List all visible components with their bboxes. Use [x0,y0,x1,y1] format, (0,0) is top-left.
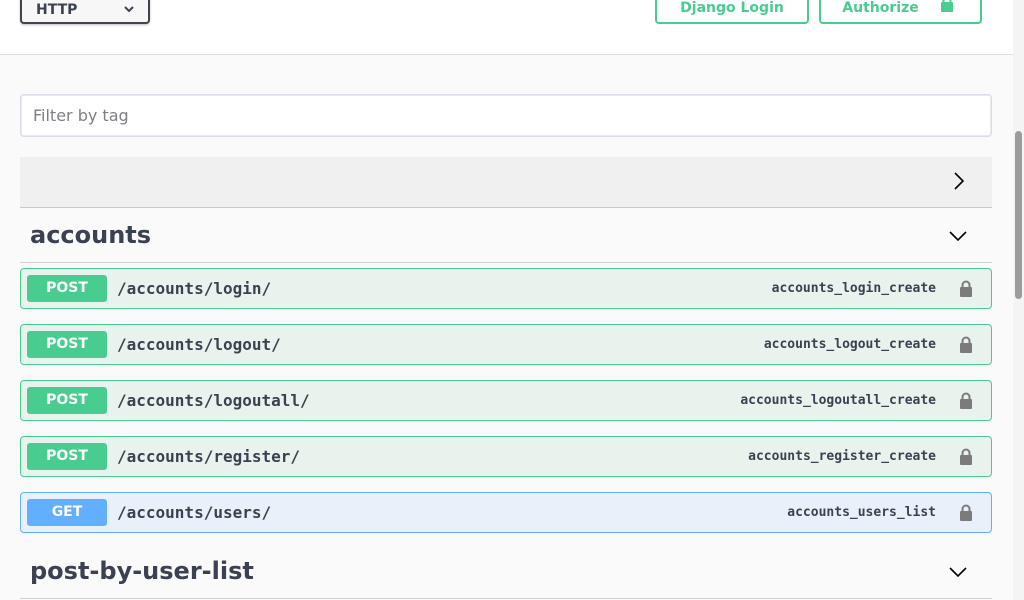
tag-title: accounts [30,221,152,249]
top-bar: HTTP Django Login Authorize [0,0,1013,55]
operation-id: accounts_register_create [748,449,936,464]
operation-path: /accounts/login/ [117,279,272,298]
lock-icon[interactable] [959,280,973,297]
operation-accounts-register[interactable]: POST /accounts/register/ accounts_regist… [20,436,992,477]
chevron-down-icon[interactable] [948,565,968,579]
operation-id: accounts_logoutall_create [740,393,936,408]
lock-icon [941,0,953,12]
lock-icon[interactable] [959,336,973,353]
operation-accounts-users[interactable]: GET /accounts/users/ accounts_users_list [20,492,992,533]
tag-header-post-by-user-list[interactable]: post-by-user-list [20,545,992,599]
chevron-down-icon[interactable] [948,229,968,243]
scrollbar-thumb[interactable] [1015,131,1022,299]
authorize-button[interactable]: Authorize [819,0,982,24]
lock-icon[interactable] [959,504,973,521]
tag-header-accounts[interactable]: accounts [20,209,992,263]
scheme-select-value: HTTP [36,2,78,18]
operation-accounts-login[interactable]: POST /accounts/login/ accounts_login_cre… [20,268,992,309]
method-badge: POST [27,331,107,358]
lock-icon[interactable] [959,448,973,465]
operation-id: accounts_logout_create [763,337,936,352]
filter-by-tag-input[interactable] [20,94,992,137]
chevron-right-icon [954,172,965,190]
operation-accounts-logoutall[interactable]: POST /accounts/logoutall/ accounts_logou… [20,380,992,421]
operation-accounts-logout[interactable]: POST /accounts/logout/ accounts_logout_c… [20,324,992,365]
chevron-down-icon [124,6,134,13]
vertical-scrollbar[interactable] [1013,0,1024,600]
operation-id: accounts_login_create [771,281,936,296]
operation-path: /accounts/logoutall/ [117,391,310,410]
operation-path: /accounts/register/ [117,447,301,466]
method-badge: POST [27,275,107,302]
tag-title: post-by-user-list [30,557,254,585]
django-login-label: Django Login [680,0,784,16]
scheme-select[interactable]: HTTP [20,0,150,24]
method-badge: POST [27,443,107,470]
django-login-button[interactable]: Django Login [655,0,809,24]
method-badge: GET [27,499,107,526]
authorize-label: Authorize [842,0,919,16]
lock-icon[interactable] [959,392,973,409]
collapsed-tag-section[interactable] [20,157,992,208]
operation-path: /accounts/logout/ [117,335,281,354]
method-badge: POST [27,387,107,414]
operation-path: /accounts/users/ [117,503,272,522]
operation-id: accounts_users_list [787,505,936,520]
